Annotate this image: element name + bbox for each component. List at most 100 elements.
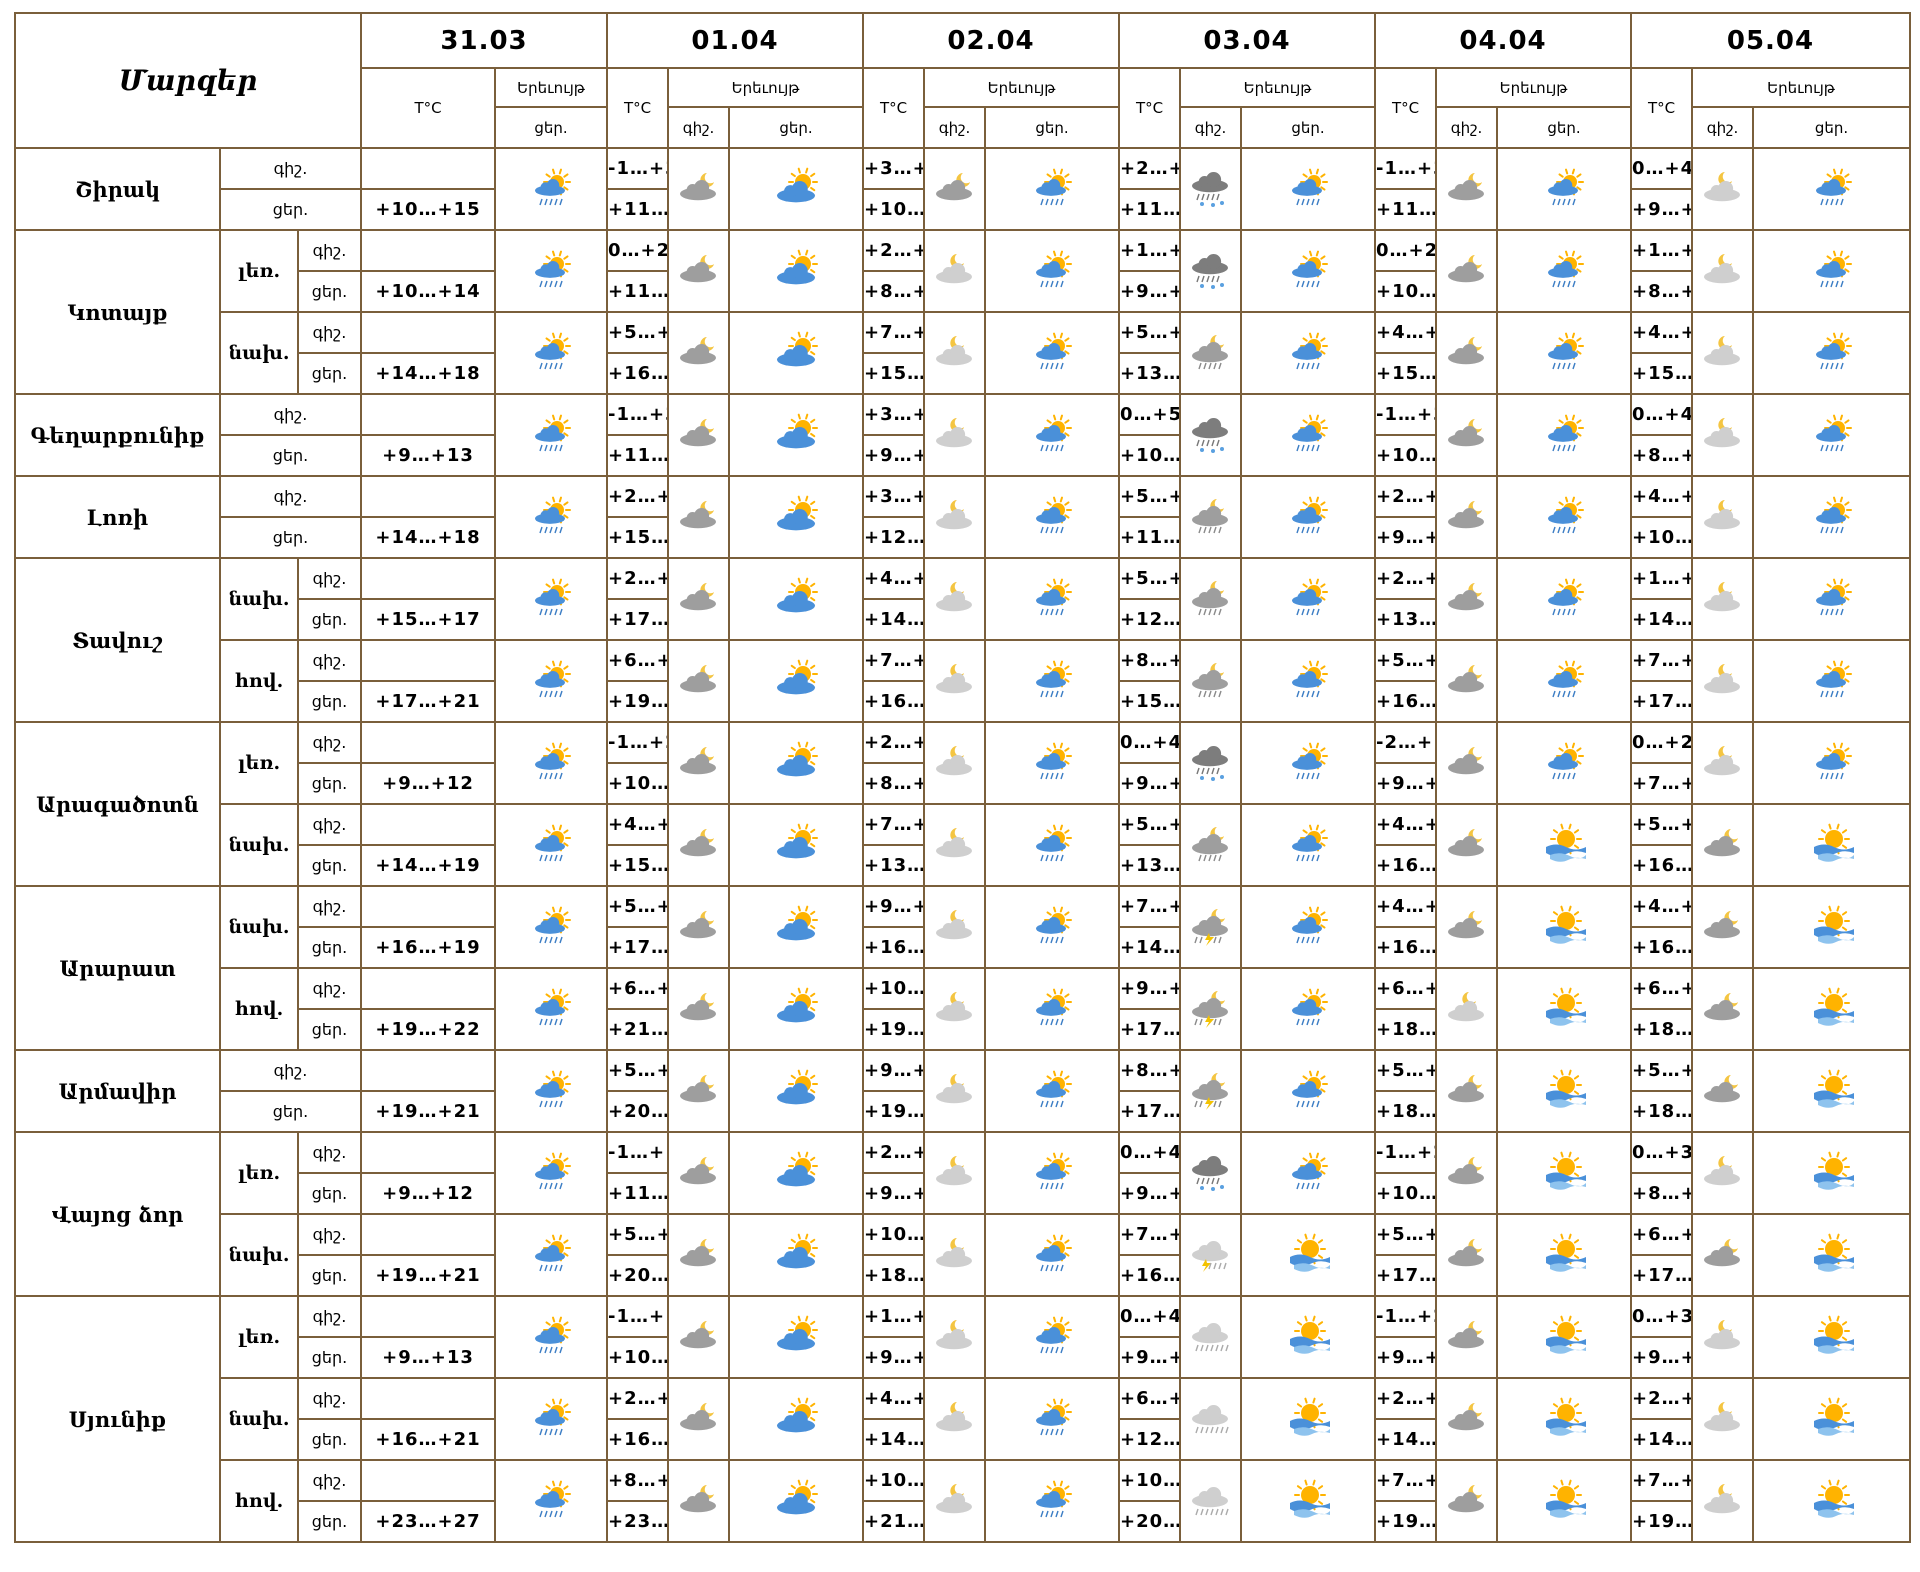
moon-cloud-light-icon [935, 500, 972, 530]
table-row: Արագածոտնլեռ.գիշ. -1…+2 +2…+5 0…+4 -2…+1… [14, 721, 1911, 887]
sun-cloud-rain-icon [1036, 1234, 1073, 1272]
moon-cloud-icon [679, 1239, 716, 1267]
moon-cloud-light-icon [935, 910, 972, 940]
moon-cloud-light-icon [935, 336, 972, 366]
day-temp: +12…+16 [862, 516, 926, 559]
day-temp: +17…+21 [606, 926, 670, 969]
night-temp [360, 147, 497, 190]
sun-cloud-rain-icon [1548, 414, 1585, 452]
night-temp: +4…+7 [1374, 885, 1438, 928]
sun-cloud-rain-icon [1240, 147, 1377, 231]
night-temp: +5…+7 [1630, 1049, 1694, 1092]
sun-cloud-rain-icon [1548, 250, 1585, 288]
moon-cloud-light-icon [1703, 746, 1740, 776]
region-name: Արագածոտն [14, 721, 221, 887]
night-temp: +2…+5 [1374, 1377, 1438, 1420]
sun-cloud-icon [777, 823, 819, 859]
night-temp: +4…+7 [1630, 311, 1694, 354]
phenomena-header: Երեւույթ [494, 67, 609, 108]
sun-cloud-icon [728, 475, 865, 559]
sun-cloud-rain-icon [494, 803, 609, 887]
day-temp: +19…+22 [360, 1008, 497, 1051]
day-temp: +15…+18 [1630, 352, 1694, 395]
temp-header: T°C [606, 67, 670, 149]
sun-cloud-rain-icon [984, 1049, 1121, 1133]
sun-cloud-rain-icon [1752, 639, 1911, 723]
night-label: գիշ. [296, 1131, 363, 1174]
day-label: ցեր. [218, 434, 363, 477]
moon-cloud-rain-icon [1179, 639, 1243, 723]
moon-cloud-light-icon [923, 229, 987, 313]
sun-cloud-rain-icon [1036, 1152, 1073, 1190]
day-temp: +14…+18 [862, 598, 926, 641]
day-temp: +18…+21 [1374, 1008, 1438, 1051]
moon-cloud-light-icon [923, 1459, 987, 1543]
day-temp: +20…+22 [606, 1090, 670, 1133]
night-temp: +1…+3 [1630, 557, 1694, 600]
sun-cloud-rain-icon [1240, 721, 1377, 805]
region-name: Վայոց ձոր [14, 1131, 221, 1297]
day-label: ցեր. [218, 516, 363, 559]
night-temp: 0…+4 [1630, 147, 1694, 190]
day-temp: +20…+23 [606, 1254, 670, 1297]
sun-cloud-rain-icon [535, 1316, 572, 1354]
sun-haze-icon [1813, 823, 1854, 862]
sun-haze-icon [1240, 1377, 1377, 1461]
sun-haze-icon [1546, 1233, 1587, 1272]
night-label: գիշ. [218, 1049, 363, 1092]
day-temp: +10…+14 [862, 188, 926, 231]
moon-cloud-icon [1435, 1131, 1499, 1215]
night-temp: +5…+8 [1118, 311, 1182, 354]
moon-cloud-storm-icon [1191, 1073, 1228, 1110]
night-temp [360, 1213, 497, 1256]
moon-cloud-light-icon [923, 1049, 987, 1133]
night-temp: -1…+2 [1374, 1295, 1438, 1338]
day-temp: +11…+15 [1118, 516, 1182, 559]
cloud-rain-light-icon [1191, 1487, 1229, 1516]
day-temp: +16…+18 [1374, 844, 1438, 887]
night-temp: +4…+8 [1630, 475, 1694, 518]
day-temp: +10…+13 [1374, 434, 1438, 477]
sun-cloud-rain-icon [1036, 332, 1073, 370]
table-row: հով.գիշ. +6…+9 +10…+14 +9…+11 +6…+8 +6…+… [15, 967, 1911, 1051]
night-temp: -1…+3 [1374, 147, 1438, 190]
moon-cloud-rain-icon [1179, 803, 1243, 887]
table-row: Տավուշնախ.գիշ. +2…+4 +4…+7 +5…+8 +2…+5 +… [14, 557, 1911, 723]
night-temp: +5…+8 [606, 885, 670, 928]
sun-cloud-icon [728, 721, 865, 805]
sun-haze-icon [1290, 1479, 1331, 1518]
zone-name: հով. [219, 639, 299, 723]
sun-cloud-rain-icon [535, 1152, 572, 1190]
moon-cloud-icon [1447, 501, 1484, 529]
sun-cloud-icon [777, 413, 819, 449]
moon-cloud-light-icon [1703, 1484, 1740, 1514]
sun-cloud-rain-icon [1240, 639, 1377, 723]
sun-cloud-rain-icon [494, 1459, 609, 1543]
sun-cloud-rain-icon [1752, 229, 1911, 313]
sun-cloud-icon [777, 987, 819, 1023]
night-temp: -1…+3 [606, 147, 670, 190]
moon-cloud-icon [679, 419, 716, 447]
sun-haze-icon [1496, 1377, 1633, 1461]
moon-cloud-icon [1447, 911, 1484, 939]
cloud-rain-light-icon [1179, 1295, 1243, 1379]
day-temp: +9…+12 [1374, 1336, 1438, 1379]
moon-cloud-rain-icon [1191, 827, 1228, 862]
night-temp: +2…+6 [1118, 147, 1182, 190]
sun-cloud-rain-icon [1548, 578, 1585, 616]
moon-cloud-icon [679, 665, 716, 693]
night-temp: +7…+9 [1118, 885, 1182, 928]
sun-haze-icon [1752, 1131, 1911, 1215]
night-label: գիշ. [218, 393, 363, 436]
moon-cloud-icon [1447, 1239, 1484, 1267]
table-row: նախ.գիշ. +5…+8 +10…+13 +7…+11 +5…+8 +6…+… [15, 1213, 1911, 1297]
day-temp: +14…+18 [1118, 926, 1182, 969]
moon-cloud-icon [1435, 1295, 1499, 1379]
sun-cloud-icon [728, 639, 865, 723]
moon-cloud-light-icon [1703, 336, 1740, 366]
day-temp: +11…+14 [606, 270, 670, 313]
day-label: ցեր. [296, 680, 363, 723]
day-label: ցեր. [1496, 106, 1633, 149]
moon-cloud-icon [667, 1459, 731, 1543]
night-label: գիշ. [296, 557, 363, 600]
